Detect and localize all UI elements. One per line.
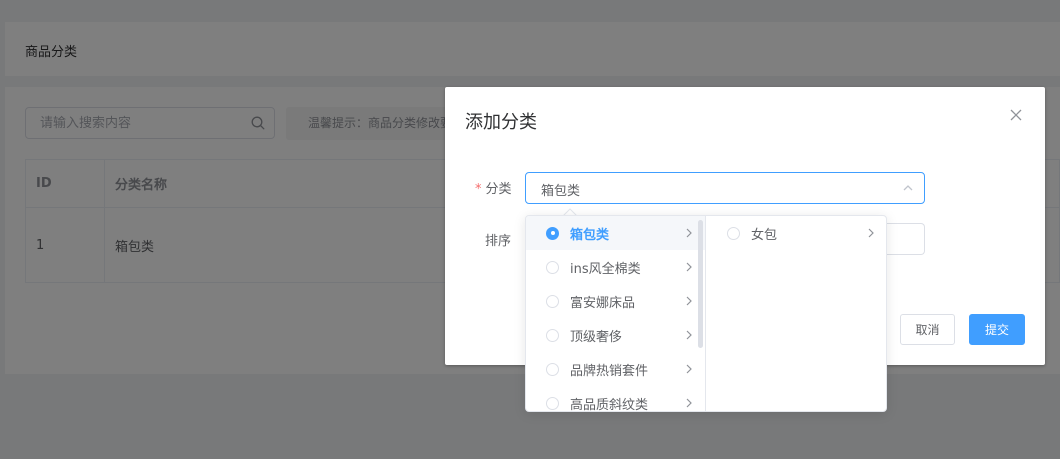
cascader-option-3[interactable]: 富安娜床品 bbox=[526, 284, 705, 318]
chevron-right-icon bbox=[868, 228, 874, 238]
cascader-option-child-1[interactable]: 女包 bbox=[707, 216, 886, 250]
chevron-up-icon bbox=[903, 185, 913, 191]
cascader-option-5[interactable]: 品牌热销套件 bbox=[526, 352, 705, 386]
close-icon[interactable] bbox=[1009, 108, 1023, 122]
cascader-value: 箱包类 bbox=[541, 184, 581, 199]
chevron-right-icon bbox=[686, 228, 692, 238]
chevron-right-icon bbox=[686, 398, 692, 408]
required-mark: * bbox=[475, 182, 482, 197]
radio-unchecked[interactable] bbox=[546, 396, 559, 410]
radio-unchecked[interactable] bbox=[546, 362, 559, 376]
radio-unchecked[interactable] bbox=[546, 260, 559, 274]
category-label: * 分类 bbox=[475, 182, 512, 197]
dialog-title: 添加分类 bbox=[465, 112, 537, 133]
cascader-menu-level1: 箱包类 ins风全棉类 富安娜床品 顶级奢侈 品牌热销套件 高品质斜纹类 bbox=[526, 216, 706, 411]
scrollbar[interactable] bbox=[698, 220, 703, 348]
radio-checked[interactable] bbox=[546, 226, 559, 240]
chevron-right-icon bbox=[686, 364, 692, 374]
sort-input[interactable] bbox=[885, 223, 925, 255]
chevron-right-icon bbox=[686, 330, 692, 340]
radio-unchecked[interactable] bbox=[546, 294, 559, 308]
sort-label: 排序 bbox=[485, 234, 512, 249]
submit-button[interactable]: 提交 bbox=[969, 314, 1025, 345]
chevron-right-icon bbox=[686, 296, 692, 306]
cancel-button[interactable]: 取消 bbox=[900, 314, 955, 345]
radio-unchecked[interactable] bbox=[727, 226, 740, 240]
cascader-option-1[interactable]: 箱包类 bbox=[526, 216, 705, 250]
chevron-right-icon bbox=[686, 262, 692, 272]
cascader-dropdown: 箱包类 ins风全棉类 富安娜床品 顶级奢侈 品牌热销套件 高品质斜纹类 女包 bbox=[525, 215, 887, 412]
cascader-menu-level2: 女包 bbox=[707, 216, 886, 411]
cascader-option-6[interactable]: 高品质斜纹类 bbox=[526, 386, 705, 411]
cascader-option-4[interactable]: 顶级奢侈 bbox=[526, 318, 705, 352]
cascader-option-2[interactable]: ins风全棉类 bbox=[526, 250, 705, 284]
category-cascader[interactable]: 箱包类 bbox=[525, 172, 925, 204]
radio-unchecked[interactable] bbox=[546, 328, 559, 342]
